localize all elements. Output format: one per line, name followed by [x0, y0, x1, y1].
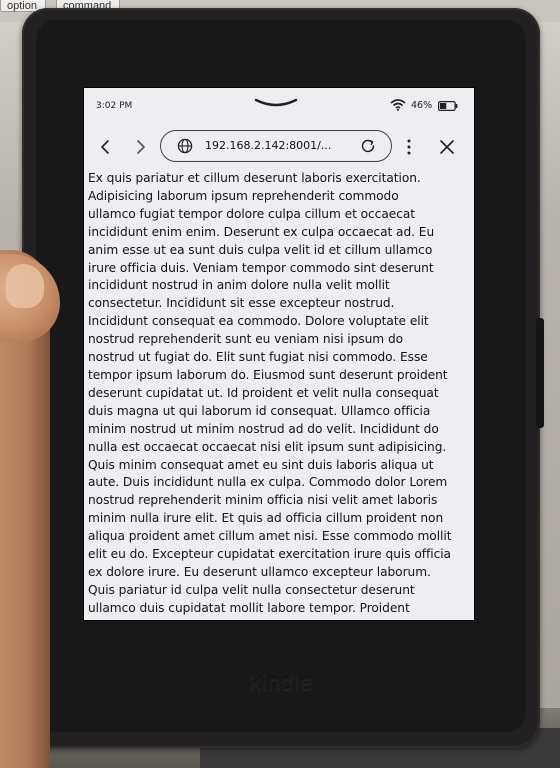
- battery-icon: [438, 101, 458, 111]
- battery-percent: 46%: [411, 100, 433, 111]
- text-line: aute. Duis incididunt nulla ex culpa. Co…: [88, 475, 448, 490]
- chevron-left-icon[interactable]: [96, 136, 114, 158]
- text-line: deserunt cupidatat ut. Id proident et ve…: [88, 385, 439, 400]
- text-line: anim esse ut ea sunt duis culpa velit id…: [88, 242, 433, 257]
- thumbnail-highlight: [6, 264, 44, 308]
- text-line: Quis minim consequat amet eu sint duis l…: [88, 457, 434, 472]
- text-line: elit eu do. Excepteur cupidatat exercita…: [88, 547, 451, 562]
- wifi-icon: [390, 99, 406, 111]
- globe-icon: [177, 138, 193, 154]
- text-line: ullamco fugiat tempor dolore culpa cillu…: [88, 206, 415, 221]
- text-line: nostrud reprehenderit minim officia nisi…: [88, 493, 438, 508]
- text-line: consectetur. Incididunt sit esse excepte…: [88, 296, 395, 311]
- status-time: 3:02 PM: [96, 101, 133, 111]
- pull-down-handle-icon[interactable]: [254, 98, 298, 108]
- text-line: duis magna ut qui laborum id consequat. …: [88, 403, 431, 418]
- reload-icon[interactable]: [359, 137, 377, 155]
- text-line: Quis pariatur id culpa velit nulla conse…: [88, 582, 415, 597]
- close-icon[interactable]: [438, 138, 456, 156]
- browser-toolbar: 192.168.2.142:8001/...: [84, 126, 474, 170]
- text-line: nostrud ut fugiat do. Elit sunt fugiat n…: [88, 350, 428, 365]
- text-line: nostrud reprehenderit sunt eu veniam nis…: [88, 332, 404, 347]
- text-line: minim nulla irure elit. Et quis ad offic…: [88, 511, 444, 526]
- kindle-logo: kindle: [250, 670, 314, 695]
- text-line: aliqua proident amet cillum amet nisi. E…: [88, 529, 452, 544]
- text-line: ullamco duis cupidatat mollit labore tem…: [88, 600, 410, 615]
- text-line: Ex quis pariatur et cillum deserunt labo…: [88, 171, 421, 185]
- status-bar: 3:02 PM 46%: [84, 88, 474, 118]
- text-line: incididunt nostrud in anim dolore nulla …: [88, 278, 390, 293]
- text-line: Adipisicing laborum ipsum reprehenderit …: [88, 188, 399, 203]
- url-text: 192.168.2.142:8001/...: [205, 139, 332, 152]
- e-ink-screen: 3:02 PM 46% 192.168.2.142:8001/... Ex qu…: [84, 88, 474, 620]
- text-line: ex dolore irure. Eu deserunt ullamco exc…: [88, 564, 431, 579]
- text-line: nulla est occaecat occaecat nisi elit ip…: [88, 439, 447, 454]
- chevron-right-icon[interactable]: [132, 136, 150, 158]
- text-line: irure officia duis. Veniam tempor commod…: [88, 260, 434, 275]
- photo-scene: option command kindle 3:02 PM 46% 192.16…: [0, 0, 560, 768]
- text-line: Incididunt consequat ea commodo. Dolore …: [88, 314, 429, 329]
- case-side-strap: [536, 318, 544, 428]
- text-line: minim nostrud ut minim nostrud ad do vel…: [88, 421, 439, 436]
- address-bar[interactable]: 192.168.2.142:8001/...: [160, 130, 392, 162]
- text-line: tempor ipsum laborum do. Eiusmod sunt de…: [88, 367, 448, 382]
- page-content: Ex quis pariatur et cillum deserunt labo…: [88, 170, 470, 618]
- text-line: incididunt enim enim. Deserunt ex culpa …: [88, 224, 435, 239]
- more-vertical-icon[interactable]: [404, 136, 414, 158]
